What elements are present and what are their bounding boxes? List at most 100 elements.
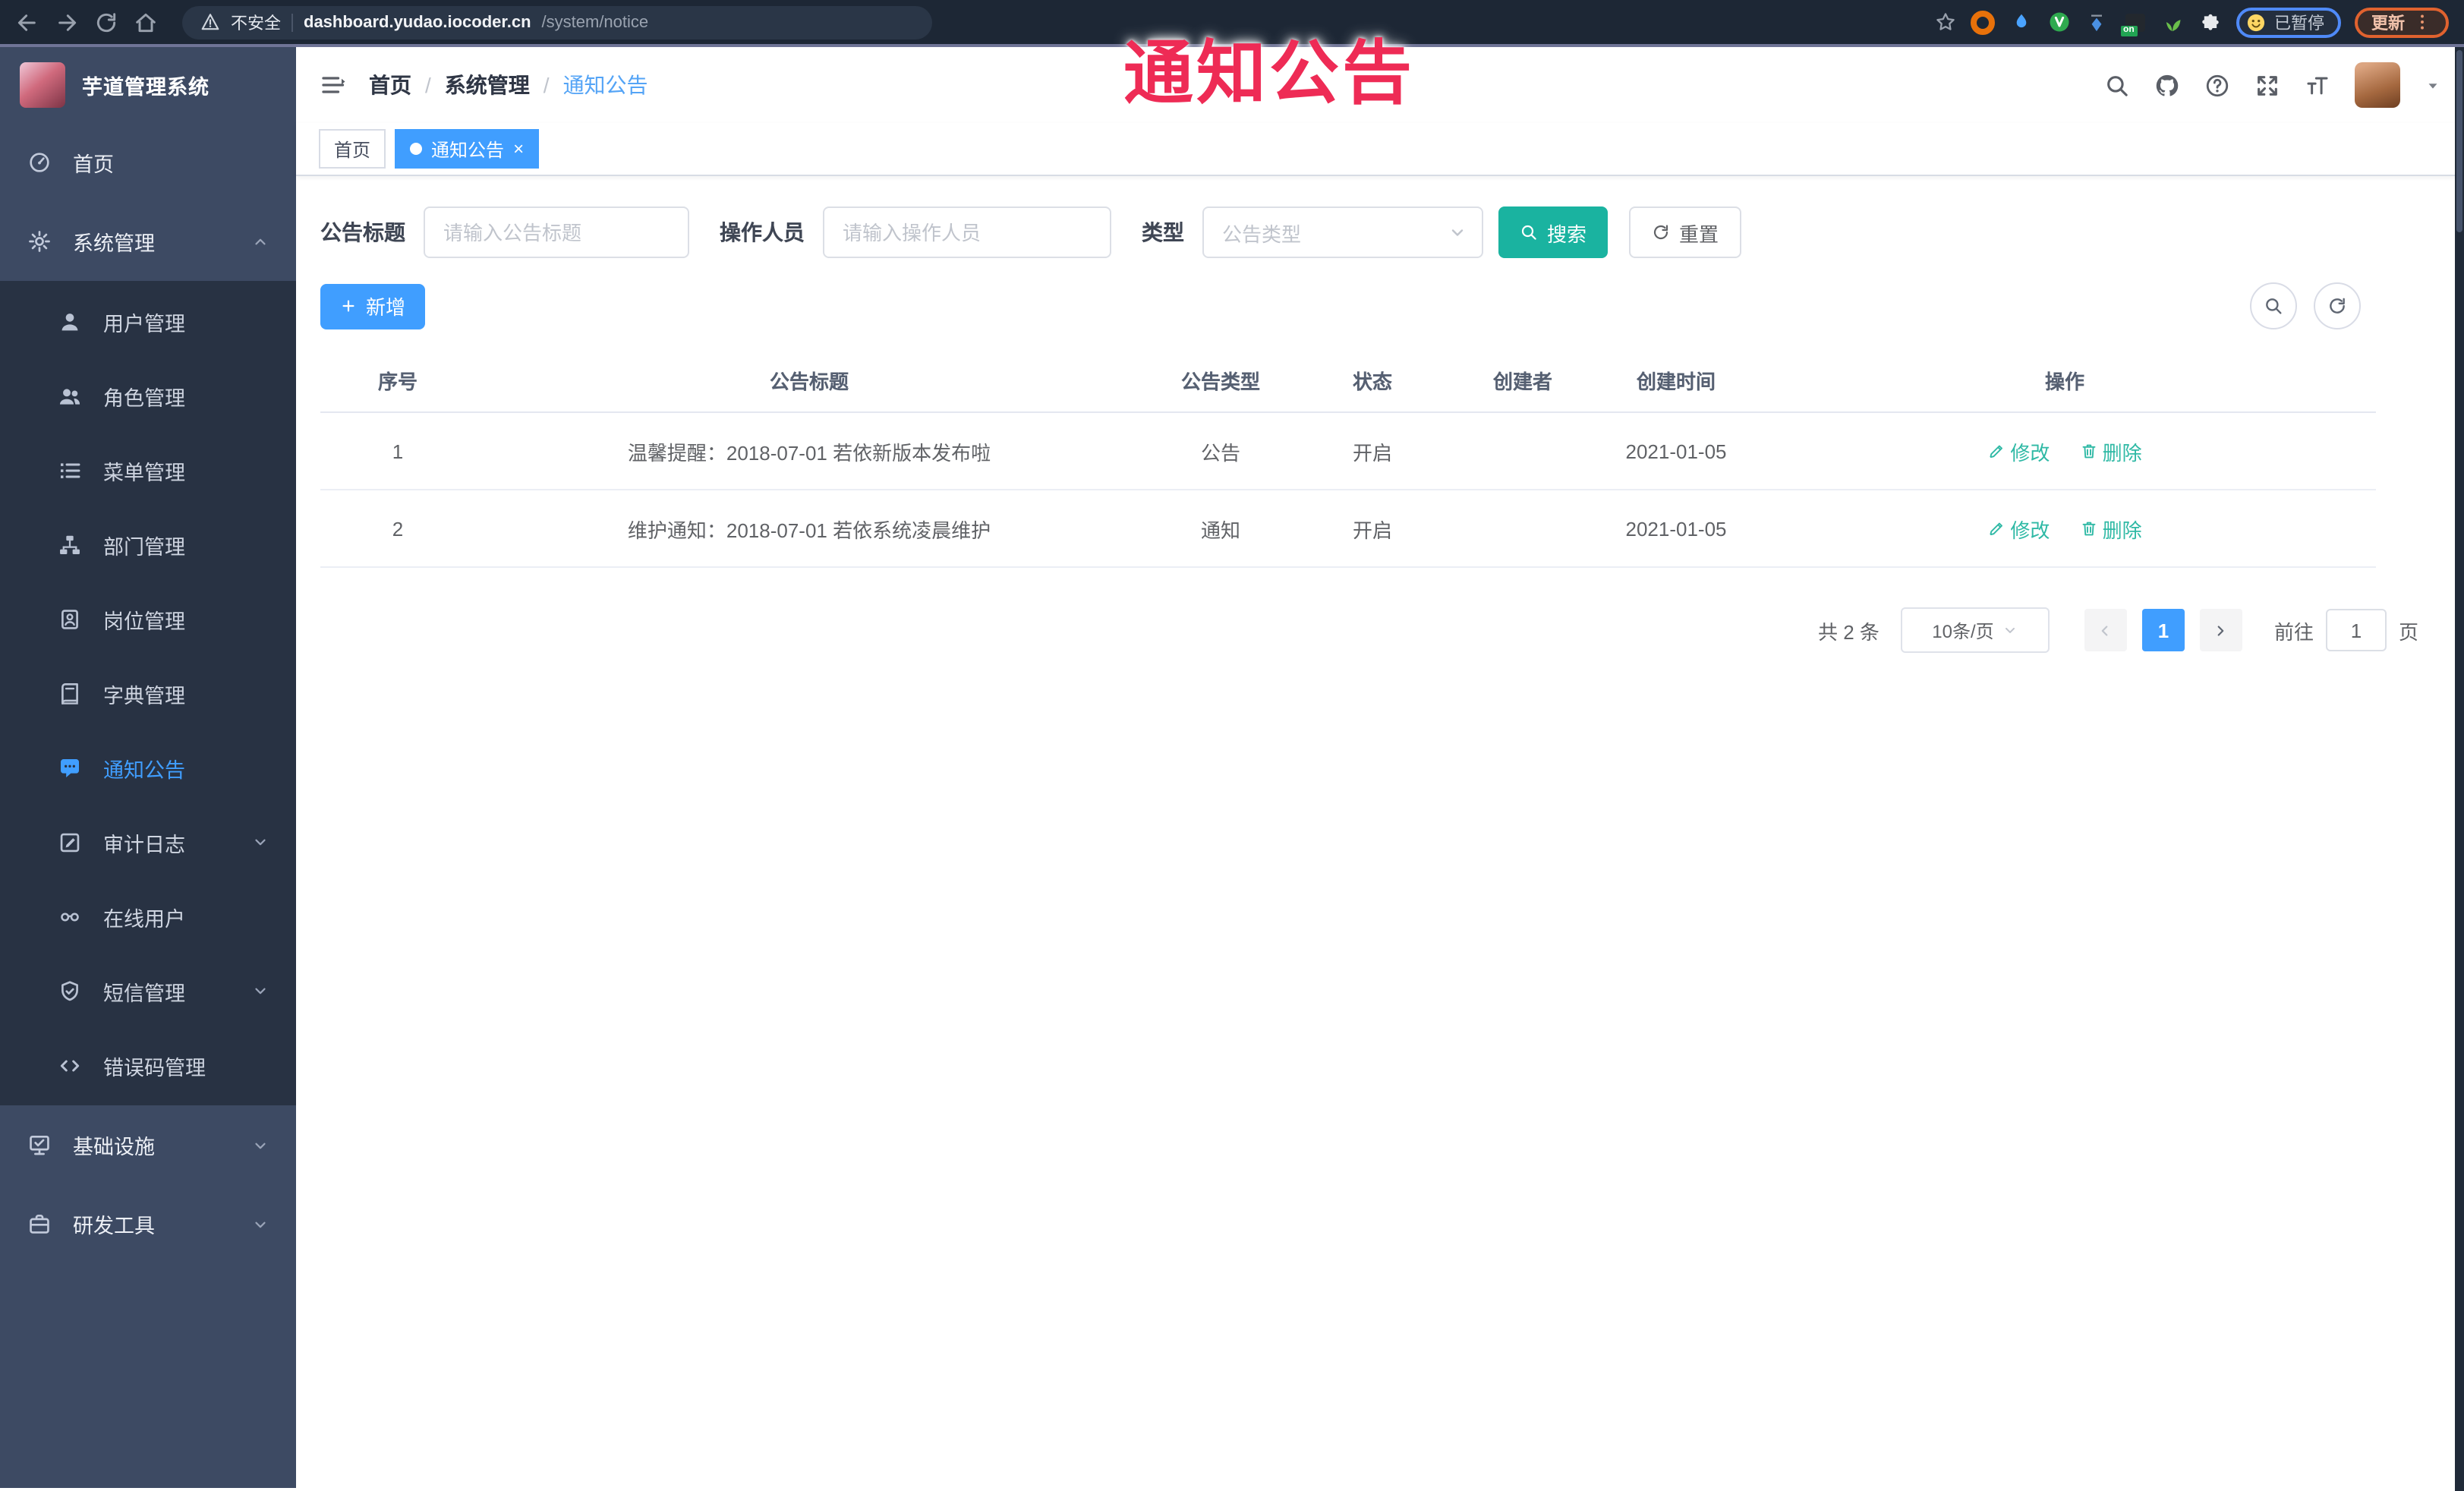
filter-form: 公告标题 操作人员 类型 公告类型 bbox=[320, 206, 2440, 258]
notice-title-label: 公告标题 bbox=[320, 220, 405, 244]
search-icon bbox=[2264, 296, 2283, 316]
tab-home[interactable]: 首页 bbox=[319, 129, 386, 169]
delete-button[interactable]: 删除 bbox=[2080, 514, 2142, 543]
sidebar-item-online-users[interactable]: 在线用户 bbox=[0, 879, 296, 954]
col-time: 创建时间 bbox=[1599, 348, 1753, 413]
help-icon[interactable] bbox=[2204, 72, 2230, 98]
edit-button[interactable]: 修改 bbox=[1987, 437, 2050, 465]
hamburger-icon[interactable] bbox=[319, 71, 346, 99]
refresh-table-button[interactable] bbox=[2314, 282, 2361, 329]
toolbox-icon bbox=[27, 1212, 52, 1236]
kebab-menu-icon[interactable] bbox=[2412, 12, 2432, 32]
book-icon bbox=[58, 681, 82, 705]
sidebar-item-home[interactable]: 首页 bbox=[0, 123, 296, 202]
toggle-search-button[interactable] bbox=[2250, 282, 2297, 329]
breadcrumb: 首页 / 系统管理 / 通知公告 bbox=[369, 70, 648, 100]
trash-icon bbox=[2080, 519, 2098, 537]
notice-type-select[interactable]: 公告类型 bbox=[1202, 206, 1483, 258]
extension-icon-blue-drop[interactable] bbox=[2009, 10, 2033, 34]
browser-back-icon[interactable] bbox=[15, 10, 39, 34]
chevron-left-icon bbox=[2097, 622, 2114, 638]
shield-check-icon bbox=[58, 979, 82, 1003]
operator-input[interactable] bbox=[823, 206, 1111, 258]
add-button[interactable]: 新增 bbox=[320, 283, 426, 329]
extension-icon-orange-ring[interactable] bbox=[1971, 10, 1995, 34]
breadcrumb-home[interactable]: 首页 bbox=[369, 70, 411, 100]
notice-table: 序号 公告标题 公告类型 状态 创建者 创建时间 操作 1 温馨提醒：2018- bbox=[320, 348, 2376, 568]
breadcrumb-system[interactable]: 系统管理 bbox=[445, 70, 530, 100]
extension-icon-puzzle[interactable] bbox=[2198, 10, 2223, 34]
address-divider bbox=[291, 13, 293, 31]
app-logo bbox=[20, 62, 65, 108]
page-content: 公告标题 操作人员 类型 公告类型 bbox=[296, 176, 2464, 1488]
extension-icon-blue-diamond[interactable] bbox=[2084, 10, 2109, 34]
col-no: 序号 bbox=[320, 348, 475, 413]
paused-label: 已暂停 bbox=[2274, 14, 2324, 33]
chevron-down-icon bbox=[2003, 623, 2018, 638]
sidebar-item-dev-tools[interactable]: 研发工具 bbox=[0, 1184, 296, 1263]
browser-forward-icon[interactable] bbox=[55, 10, 79, 34]
pagination: 共 2 条 10条/页 1 前往 页 bbox=[320, 607, 2440, 653]
user-icon bbox=[58, 309, 82, 333]
sidebar-item-posts[interactable]: 岗位管理 bbox=[0, 582, 296, 656]
chevron-right-icon bbox=[2213, 622, 2229, 638]
scrollbar-thumb[interactable] bbox=[2456, 50, 2462, 232]
font-size-icon[interactable] bbox=[2305, 72, 2330, 98]
sidebar-item-error-codes[interactable]: 错误码管理 bbox=[0, 1028, 296, 1102]
search-icon[interactable] bbox=[2104, 72, 2130, 98]
sidebar-item-departments[interactable]: 部门管理 bbox=[0, 507, 296, 582]
chevron-down-icon bbox=[252, 1136, 269, 1153]
search-button[interactable]: 搜索 bbox=[1498, 206, 1609, 258]
close-tab-icon[interactable]: × bbox=[513, 140, 524, 158]
goto-label: 前往 bbox=[2273, 620, 2314, 643]
sidebar-item-users[interactable]: 用户管理 bbox=[0, 284, 296, 358]
address-bar[interactable]: 不安全 dashboard.yudao.iocoder.cn/system/no… bbox=[182, 5, 932, 39]
pencil-icon bbox=[1987, 519, 2006, 537]
sidebar-item-dict[interactable]: 字典管理 bbox=[0, 656, 296, 730]
sidebar-item-menus[interactable]: 菜单管理 bbox=[0, 433, 296, 507]
type-label: 类型 bbox=[1142, 220, 1184, 244]
dashboard-icon bbox=[27, 150, 52, 175]
sidebar-item-roles[interactable]: 角色管理 bbox=[0, 358, 296, 433]
extension-icon-green-leaf[interactable] bbox=[2160, 10, 2185, 34]
refresh-icon bbox=[1652, 223, 1670, 241]
profile-paused-pill[interactable]: 已暂停 bbox=[2236, 7, 2341, 37]
chevron-down-icon bbox=[252, 1215, 269, 1232]
app-logo-row[interactable]: 芋道管理系统 bbox=[0, 47, 296, 123]
browser-reload-icon[interactable] bbox=[94, 10, 118, 34]
fullscreen-icon[interactable] bbox=[2254, 72, 2280, 98]
browser-home-icon[interactable] bbox=[134, 10, 158, 34]
col-actions: 操作 bbox=[1753, 348, 2376, 413]
chevron-down-icon bbox=[252, 834, 269, 850]
extension-icon-on-badge[interactable]: on bbox=[2120, 10, 2147, 36]
delete-button[interactable]: 删除 bbox=[2080, 437, 2142, 465]
tab-notice[interactable]: 通知公告 × bbox=[395, 129, 540, 169]
edit-button[interactable]: 修改 bbox=[1987, 514, 2050, 543]
prev-page-button[interactable] bbox=[2084, 609, 2127, 651]
bookmark-star-icon[interactable] bbox=[1934, 11, 1957, 33]
goto-page-input[interactable] bbox=[2325, 609, 2387, 651]
notice-title-input[interactable] bbox=[424, 206, 689, 258]
cell-title: 温馨提醒：2018-07-01 若依新版本发布啦 bbox=[475, 412, 1143, 490]
sidebar-item-sms[interactable]: 短信管理 bbox=[0, 954, 296, 1028]
current-page-button[interactable]: 1 bbox=[2141, 609, 2185, 651]
sidebar-item-audit-log[interactable]: 审计日志 bbox=[0, 805, 296, 879]
active-tab-dot bbox=[410, 143, 423, 155]
caret-down-icon[interactable] bbox=[2425, 77, 2441, 93]
col-status: 状态 bbox=[1298, 348, 1447, 413]
page-size-select[interactable]: 10条/页 bbox=[1900, 607, 2050, 653]
github-icon[interactable] bbox=[2154, 72, 2180, 98]
extension-icon-green-v[interactable] bbox=[2047, 10, 2071, 34]
reset-button[interactable]: 重置 bbox=[1629, 206, 1742, 258]
user-avatar[interactable] bbox=[2355, 62, 2400, 108]
next-page-button[interactable] bbox=[2199, 609, 2242, 651]
table-row: 1 温馨提醒：2018-07-01 若依新版本发布啦 公告 开启 2021-01… bbox=[320, 412, 2376, 490]
window-scrollbar[interactable] bbox=[2455, 47, 2464, 1491]
search-icon bbox=[1520, 223, 1538, 241]
browser-update-button[interactable]: 更新 bbox=[2355, 7, 2449, 37]
users-icon bbox=[58, 383, 82, 408]
sidebar-item-system[interactable]: 系统管理 bbox=[0, 202, 296, 281]
sidebar-item-infrastructure[interactable]: 基础设施 bbox=[0, 1105, 296, 1184]
sidebar-item-notice[interactable]: 通知公告 bbox=[0, 730, 296, 805]
not-secure-icon bbox=[200, 12, 220, 32]
